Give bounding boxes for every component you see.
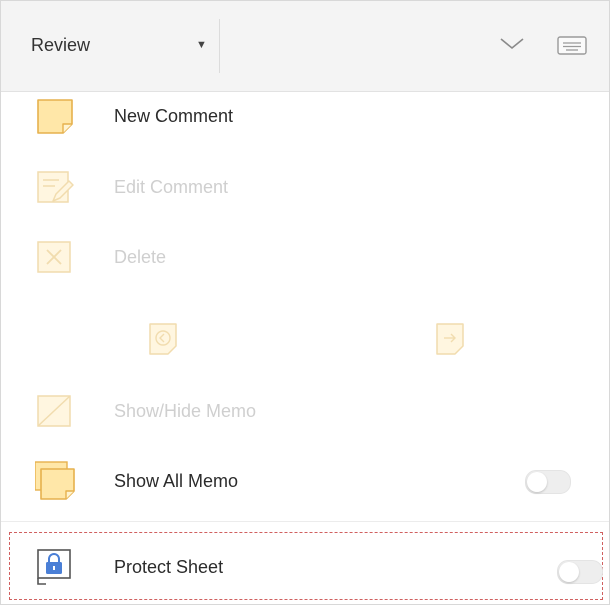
- delete-item[interactable]: Delete: [1, 227, 609, 287]
- edit-comment-label: Edit Comment: [114, 177, 229, 197]
- protect-sheet-item[interactable]: Protect Sheet: [1, 537, 609, 597]
- show-hide-memo-label: Show/Hide Memo: [114, 401, 257, 421]
- toggle-knob: [559, 562, 579, 582]
- protect-sheet-label: Protect Sheet: [114, 557, 224, 577]
- sticky-note-icon: [37, 99, 73, 134]
- next-comment-icon[interactable]: [435, 322, 465, 356]
- show-all-memo-item[interactable]: Show All Memo: [1, 451, 609, 511]
- edit-comment-item[interactable]: Edit Comment: [1, 157, 609, 217]
- show-hide-memo-item[interactable]: Show/Hide Memo: [1, 381, 609, 441]
- panel-header: Review ▼: [1, 1, 609, 92]
- chevron-down-icon[interactable]: [498, 34, 526, 54]
- toggle-knob: [527, 472, 547, 492]
- show-all-memo-toggle[interactable]: [525, 470, 571, 494]
- new-comment-label: New Comment: [114, 106, 234, 126]
- dropdown-caret-icon[interactable]: ▼: [196, 39, 207, 51]
- lock-sheet-icon: [37, 549, 71, 585]
- protect-sheet-toggle[interactable]: [557, 560, 603, 584]
- header-separator: [219, 19, 220, 73]
- review-panel: Review ▼ New Comment Edit Comment Delete…: [0, 0, 610, 605]
- keyboard-icon[interactable]: [557, 35, 587, 57]
- review-tab-dropdown[interactable]: Review: [31, 35, 90, 56]
- delete-note-icon: [37, 241, 71, 273]
- memo-toggle-icon: [37, 395, 71, 427]
- new-comment-item[interactable]: New Comment: [1, 86, 609, 146]
- stacked-notes-icon: [35, 461, 75, 500]
- section-divider: [1, 521, 609, 522]
- edit-note-icon: [37, 171, 74, 203]
- delete-label: Delete: [114, 247, 167, 267]
- previous-comment-icon[interactable]: [148, 322, 178, 356]
- show-all-memo-label: Show All Memo: [114, 471, 239, 491]
